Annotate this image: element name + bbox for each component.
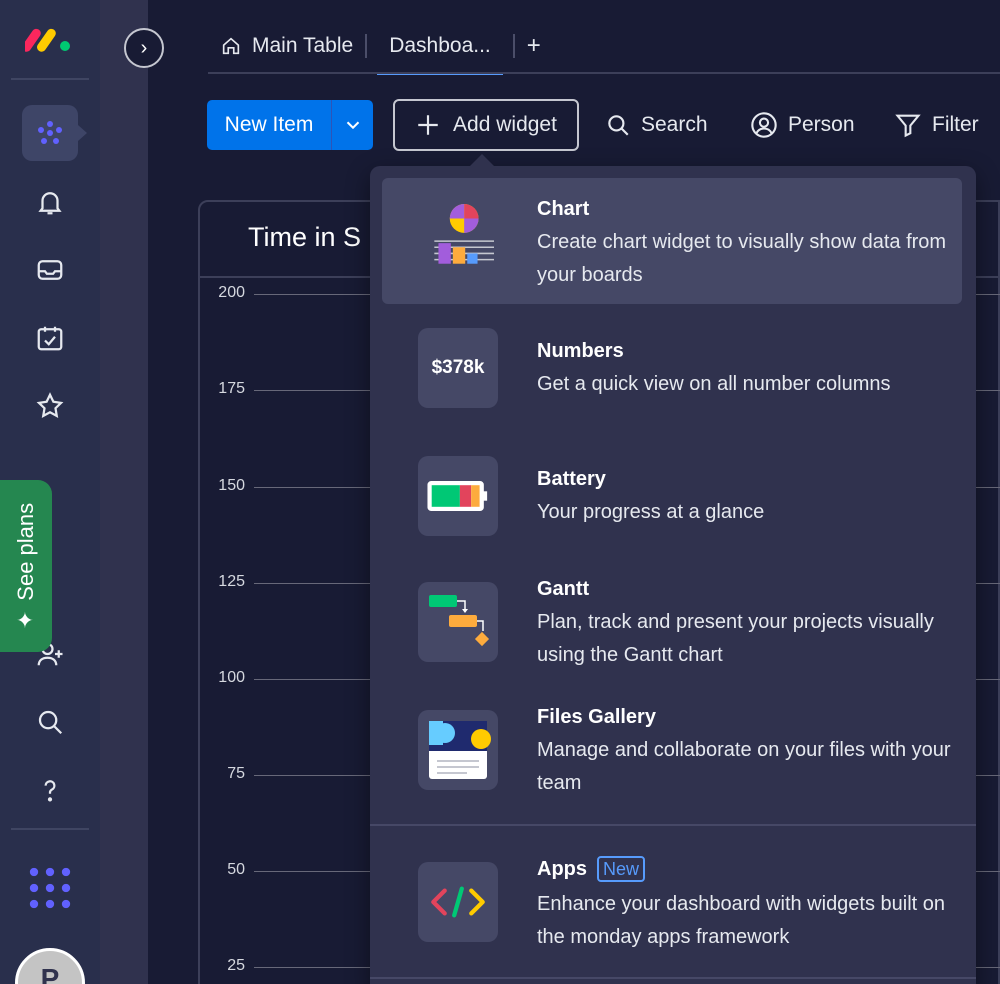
menu-item-apps[interactable]: Apps New Enhance your dashboard with wid… — [382, 846, 962, 966]
help-question-icon[interactable] — [24, 764, 76, 816]
menu-item-title: Chart — [537, 198, 590, 220]
files-gallery-icon — [418, 710, 498, 790]
widget-title: Time in S — [248, 222, 362, 252]
search-icon[interactable] — [24, 696, 76, 748]
menu-divider — [370, 824, 976, 826]
filter-label: Filter — [932, 113, 979, 136]
sparkle-icon: ✦ — [13, 610, 39, 630]
tab-label: Main Table — [252, 34, 354, 57]
menu-item-description: Manage and collaborate on your files wit… — [537, 739, 951, 794]
new-item-button[interactable]: New Item — [207, 100, 373, 150]
tab-main-table[interactable]: Main Table — [208, 21, 365, 71]
numbers-icon-text: $378k — [431, 357, 485, 378]
new-item-label[interactable]: New Item — [207, 100, 331, 150]
filter-button[interactable]: Filter — [894, 100, 979, 150]
menu-item-title: Files Gallery — [537, 706, 656, 728]
add-widget-menu: Chart Create chart widget to visually sh… — [370, 154, 976, 984]
menu-item-battery[interactable]: Battery Your progress at a glance — [382, 444, 962, 554]
workspace-home-icon[interactable] — [22, 105, 87, 161]
see-plans-label: See plans — [13, 502, 39, 601]
y-tick-label: 100 — [218, 669, 245, 686]
menu-item-title: Numbers — [537, 340, 624, 362]
rail-divider — [11, 828, 89, 830]
expand-sidebar-button[interactable]: › — [124, 28, 164, 68]
gantt-widget-icon — [418, 582, 498, 662]
plus-icon — [418, 115, 438, 135]
add-view-button[interactable]: + — [515, 21, 553, 71]
y-tick-label: 175 — [218, 380, 245, 397]
y-tick-label: 50 — [227, 861, 245, 878]
menu-item-title: Gantt — [537, 578, 590, 600]
menu-item-description: Get a quick view on all number columns — [537, 373, 891, 395]
tab-dashboard[interactable]: Dashboa... — [377, 21, 503, 75]
battery-widget-icon — [418, 456, 498, 536]
y-tick-label: 150 — [218, 477, 245, 494]
tabs-divider — [208, 72, 1000, 74]
y-tick-label: 200 — [218, 284, 245, 301]
chevron-right-icon: › — [140, 36, 148, 59]
monday-logo-icon[interactable] — [24, 12, 76, 64]
chevron-down-icon — [346, 121, 359, 130]
person-filter-button[interactable]: Person — [750, 100, 855, 150]
search-icon — [608, 115, 629, 136]
menu-item-description: Enhance your dashboard with widgets buil… — [537, 893, 946, 948]
avatar-initial: P — [40, 963, 60, 984]
rail-divider — [11, 78, 89, 80]
menu-item-description: Create chart widget to visually show dat… — [537, 231, 947, 286]
favorites-star-icon[interactable] — [24, 380, 76, 432]
code-apps-icon — [418, 862, 498, 942]
plus-icon: + — [526, 32, 541, 59]
home-icon — [222, 37, 240, 55]
new-item-dropdown[interactable] — [331, 100, 373, 150]
menu-item-numbers[interactable]: $378k Numbers Get a quick view on all nu… — [382, 316, 962, 426]
see-plans-button[interactable]: ✦ See plans — [0, 480, 52, 652]
filter-icon — [895, 114, 921, 138]
new-badge: New — [597, 856, 646, 882]
menu-item-gantt[interactable]: Gantt Plan, track and present your proje… — [382, 566, 962, 686]
y-tick-label: 125 — [218, 573, 245, 590]
menu-item-description: Plan, track and present your projects vi… — [537, 611, 934, 666]
menu-item-chart[interactable]: Chart Create chart widget to visually sh… — [382, 178, 962, 304]
menu-item-description: Your progress at a glance — [537, 501, 765, 523]
y-tick-label: 75 — [227, 765, 245, 782]
y-tick-label: 25 — [227, 957, 245, 974]
person-label: Person — [788, 113, 855, 136]
my-work-calendar-icon[interactable] — [24, 312, 76, 364]
menu-item-title: Apps New — [537, 856, 646, 882]
inbox-icon[interactable] — [24, 244, 76, 296]
person-icon — [751, 112, 777, 138]
menu-item-title: Battery — [537, 468, 606, 490]
menu-item-files-gallery[interactable]: Files Gallery Manage and collaborate on … — [382, 696, 962, 816]
notifications-bell-icon[interactable] — [24, 176, 76, 228]
apps-grid-icon[interactable] — [24, 862, 76, 914]
add-widget-label: Add widget — [453, 113, 557, 136]
view-tabs: Main Table Dashboa... + — [208, 18, 553, 75]
search-label: Search — [641, 113, 708, 136]
tab-label: Dashboa... — [389, 34, 491, 57]
chart-widget-icon — [418, 198, 498, 278]
search-button[interactable]: Search — [605, 100, 708, 150]
board-list-collapsed — [100, 0, 148, 984]
numbers-widget-icon: $378k — [418, 328, 498, 408]
menu-divider — [370, 977, 976, 979]
tab-separator — [365, 34, 368, 58]
add-widget-button[interactable]: Add widget — [393, 99, 579, 151]
